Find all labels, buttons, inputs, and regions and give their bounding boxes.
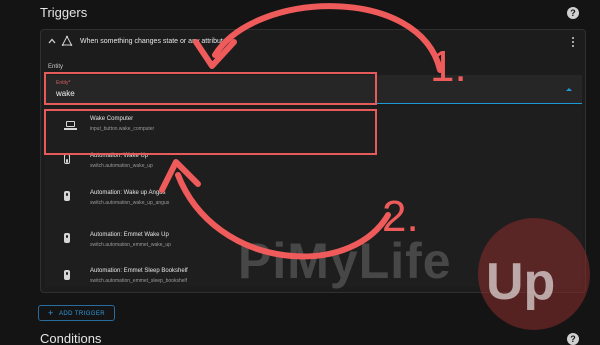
help-icon[interactable]: ? [567, 333, 579, 345]
chevron-up-icon[interactable] [47, 36, 57, 46]
watermark-badge-text: Up [486, 253, 556, 311]
dropdown-caret-icon[interactable] [566, 88, 572, 91]
option-subtitle: switch.automation_emmet_wake_up [90, 242, 171, 248]
triggers-heading: Triggers [40, 5, 88, 20]
option-title: Automation: Emmet Sleep Bookshelf [90, 268, 188, 274]
option-subtitle: switch.automation_emmet_sleep_bookshelf [90, 278, 187, 284]
plus-icon: + [48, 308, 54, 318]
entity-field-highlight [44, 72, 377, 105]
option-subtitle: switch.automation_wake_up_angus [90, 200, 170, 206]
toggle-icon [64, 191, 70, 201]
list-item-automation-wake-up-angus[interactable]: Automation: Wake up Angus switch.automat… [45, 182, 582, 214]
trigger-card-header[interactable]: When something changes state or any attr… [41, 30, 585, 56]
trigger-title: When something changes state or any attr… [80, 38, 227, 45]
entity-section-label: Entity [48, 64, 64, 70]
option-title: Automation: Emmet Wake Up [90, 232, 169, 238]
toggle-icon [64, 270, 70, 280]
watermark-logo-text: PiMyLife [238, 233, 452, 289]
conditions-heading: Conditions [40, 331, 102, 345]
toggle-icon [64, 233, 70, 243]
more-options-icon[interactable] [572, 37, 575, 47]
option-subtitle: switch.automation_wake_up [90, 163, 153, 169]
state-trigger-icon [61, 35, 73, 46]
step-2-label: 2. [382, 192, 419, 241]
step-1-label: 1. [430, 42, 467, 91]
toggle-icon [64, 154, 70, 164]
add-trigger-button[interactable]: + ADD TRIGGER [38, 305, 115, 321]
option-title: Automation: Wake up Angus [90, 190, 166, 196]
wake-computer-highlight [44, 109, 377, 155]
add-trigger-label: ADD TRIGGER [59, 310, 105, 317]
help-icon[interactable]: ? [567, 7, 579, 19]
